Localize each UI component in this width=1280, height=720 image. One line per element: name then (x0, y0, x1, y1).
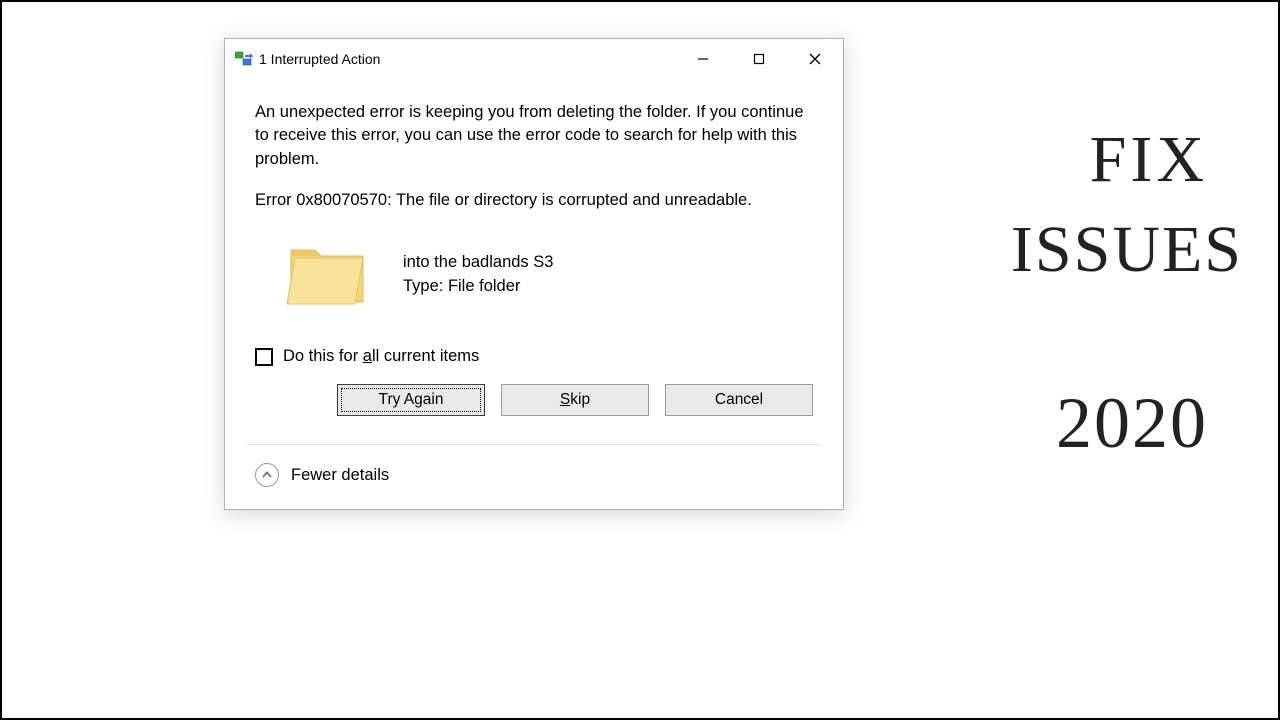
item-name: into the badlands S3 (403, 251, 553, 275)
details-toggle-label: Fewer details (291, 466, 389, 485)
try-again-button[interactable]: Try Again (337, 384, 485, 416)
transfer-icon (235, 50, 253, 68)
chevron-up-icon (255, 463, 279, 487)
skip-button[interactable]: Skip (501, 384, 649, 416)
titlebar[interactable]: 1 Interrupted Action (225, 39, 843, 79)
window-controls (675, 39, 843, 79)
folder-icon (285, 236, 369, 313)
annotation-text: 2020 (1056, 382, 1208, 465)
annotation-text: FIX (1090, 122, 1208, 198)
details-toggle[interactable]: Fewer details (225, 445, 843, 509)
button-row: Try Again Skip Cancel (255, 384, 813, 434)
dialog-body: An unexpected error is keeping you from … (225, 79, 843, 444)
close-button[interactable] (787, 39, 843, 79)
checkbox-label: Do this for all current items (283, 347, 479, 366)
maximize-button[interactable] (731, 39, 787, 79)
do-for-all-checkbox[interactable]: Do this for all current items (255, 347, 813, 366)
checkbox-box-icon (255, 348, 273, 366)
annotation-text: ISSUES (1011, 212, 1243, 288)
error-code-line: Error 0x80070570: The file or directory … (255, 191, 813, 210)
minimize-button[interactable] (675, 39, 731, 79)
window-title: 1 Interrupted Action (259, 51, 675, 67)
interrupted-action-dialog: 1 Interrupted Action An unexpected error… (224, 38, 844, 510)
error-message: An unexpected error is keeping you from … (255, 101, 813, 171)
item-info: into the badlands S3 Type: File folder (403, 251, 553, 299)
item-row: into the badlands S3 Type: File folder (255, 236, 813, 313)
cancel-button[interactable]: Cancel (665, 384, 813, 416)
item-type: Type: File folder (403, 275, 553, 299)
